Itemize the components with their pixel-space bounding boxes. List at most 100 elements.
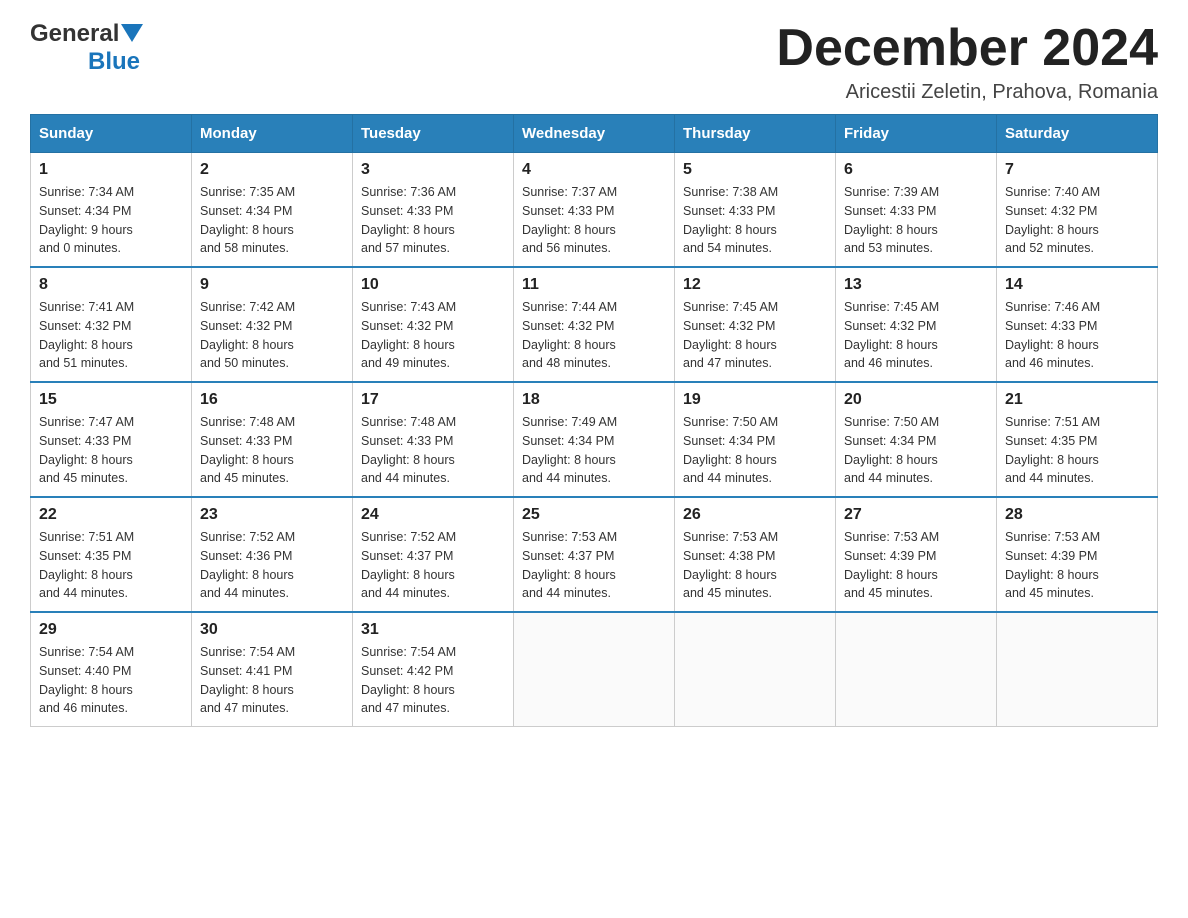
- calendar-table: Sunday Monday Tuesday Wednesday Thursday…: [30, 114, 1158, 727]
- day-number: 29: [39, 621, 183, 639]
- day-info: Sunrise: 7:52 AMSunset: 4:37 PMDaylight:…: [361, 528, 505, 603]
- day-number: 13: [844, 276, 988, 294]
- day-info: Sunrise: 7:53 AMSunset: 4:39 PMDaylight:…: [1005, 528, 1149, 603]
- day-number: 7: [1005, 161, 1149, 179]
- day-info: Sunrise: 7:53 AMSunset: 4:39 PMDaylight:…: [844, 528, 988, 603]
- calendar-header-row: Sunday Monday Tuesday Wednesday Thursday…: [31, 115, 1158, 153]
- calendar-week-row: 15Sunrise: 7:47 AMSunset: 4:33 PMDayligh…: [31, 382, 1158, 497]
- day-number: 3: [361, 161, 505, 179]
- calendar-week-row: 1 Sunrise: 7:34 AMSunset: 4:34 PMDaylight…: [31, 153, 1158, 268]
- col-wednesday: Wednesday: [514, 115, 675, 153]
- calendar-cell: 5Sunrise: 7:38 AMSunset: 4:33 PMDaylight…: [675, 153, 836, 268]
- day-number: 14: [1005, 276, 1149, 294]
- day-number: 2: [200, 161, 344, 179]
- logo: General Blue: [30, 20, 143, 76]
- day-info: Sunrise: 7:45 AMSunset: 4:32 PMDaylight:…: [844, 298, 988, 373]
- day-info: Sunrise: 7:45 AMSunset: 4:32 PMDaylight:…: [683, 298, 827, 373]
- day-number: 12: [683, 276, 827, 294]
- day-number: 6: [844, 161, 988, 179]
- day-number: 30: [200, 621, 344, 639]
- day-number: 24: [361, 506, 505, 524]
- calendar-cell: 21 Sunrise: 7:51 AMSunset: 4:35 PMDayligh…: [997, 382, 1158, 497]
- day-info: Sunrise: 7:48 AMSunset: 4:33 PMDaylight:…: [200, 413, 344, 488]
- calendar-cell: [675, 612, 836, 727]
- calendar-cell: [836, 612, 997, 727]
- calendar-cell: 28 Sunrise: 7:53 AMSunset: 4:39 PMDayligh…: [997, 497, 1158, 612]
- day-number: 8: [39, 276, 183, 294]
- day-info: Sunrise: 7:44 AMSunset: 4:32 PMDaylight:…: [522, 298, 666, 373]
- month-title: December 2024: [776, 20, 1158, 77]
- logo-triangle-icon: [121, 24, 143, 46]
- day-number: 19: [683, 391, 827, 409]
- day-number: 11: [522, 276, 666, 294]
- calendar-cell: 8 Sunrise: 7:41 AMSunset: 4:32 PMDaylight…: [31, 267, 192, 382]
- day-number: 18: [522, 391, 666, 409]
- day-number: 9: [200, 276, 344, 294]
- calendar-cell: 27 Sunrise: 7:53 AMSunset: 4:39 PMDayligh…: [836, 497, 997, 612]
- location-title: Aricestii Zeletin, Prahova, Romania: [776, 81, 1158, 104]
- calendar-cell: 4Sunrise: 7:37 AMSunset: 4:33 PMDaylight…: [514, 153, 675, 268]
- col-saturday: Saturday: [997, 115, 1158, 153]
- day-number: 10: [361, 276, 505, 294]
- logo-general-text: General: [30, 20, 119, 48]
- day-number: 28: [1005, 506, 1149, 524]
- day-info: Sunrise: 7:54 AMSunset: 4:41 PMDaylight:…: [200, 643, 344, 718]
- calendar-week-row: 29 Sunrise: 7:54 AMSunset: 4:40 PMDayligh…: [31, 612, 1158, 727]
- calendar-cell: 6 Sunrise: 7:39 AMSunset: 4:33 PMDaylight…: [836, 153, 997, 268]
- calendar-cell: 15Sunrise: 7:47 AMSunset: 4:33 PMDayligh…: [31, 382, 192, 497]
- day-number: 4: [522, 161, 666, 179]
- day-info: Sunrise: 7:34 AMSunset: 4:34 PMDaylight:…: [39, 183, 183, 258]
- day-info: Sunrise: 7:51 AMSunset: 4:35 PMDaylight:…: [1005, 413, 1149, 488]
- calendar-cell: 30 Sunrise: 7:54 AMSunset: 4:41 PMDayligh…: [192, 612, 353, 727]
- calendar-cell: 1 Sunrise: 7:34 AMSunset: 4:34 PMDaylight…: [31, 153, 192, 268]
- calendar-cell: 11 Sunrise: 7:44 AMSunset: 4:32 PMDayligh…: [514, 267, 675, 382]
- day-info: Sunrise: 7:38 AMSunset: 4:33 PMDaylight:…: [683, 183, 827, 258]
- day-number: 31: [361, 621, 505, 639]
- calendar-cell: 22Sunrise: 7:51 AMSunset: 4:35 PMDayligh…: [31, 497, 192, 612]
- calendar-cell: 14 Sunrise: 7:46 AMSunset: 4:33 PMDayligh…: [997, 267, 1158, 382]
- day-number: 16: [200, 391, 344, 409]
- day-number: 21: [1005, 391, 1149, 409]
- day-info: Sunrise: 7:53 AMSunset: 4:38 PMDaylight:…: [683, 528, 827, 603]
- col-friday: Friday: [836, 115, 997, 153]
- day-info: Sunrise: 7:42 AMSunset: 4:32 PMDaylight:…: [200, 298, 344, 373]
- day-info: Sunrise: 7:46 AMSunset: 4:33 PMDaylight:…: [1005, 298, 1149, 373]
- calendar-cell: 25Sunrise: 7:53 AMSunset: 4:37 PMDayligh…: [514, 497, 675, 612]
- day-info: Sunrise: 7:39 AMSunset: 4:33 PMDaylight:…: [844, 183, 988, 258]
- calendar-cell: 3Sunrise: 7:36 AMSunset: 4:33 PMDaylight…: [353, 153, 514, 268]
- day-info: Sunrise: 7:51 AMSunset: 4:35 PMDaylight:…: [39, 528, 183, 603]
- day-info: Sunrise: 7:40 AMSunset: 4:32 PMDaylight:…: [1005, 183, 1149, 258]
- title-block: December 2024 Aricestii Zeletin, Prahova…: [776, 20, 1158, 104]
- day-info: Sunrise: 7:41 AMSunset: 4:32 PMDaylight:…: [39, 298, 183, 373]
- calendar-cell: 26 Sunrise: 7:53 AMSunset: 4:38 PMDayligh…: [675, 497, 836, 612]
- col-sunday: Sunday: [31, 115, 192, 153]
- calendar-cell: 13 Sunrise: 7:45 AMSunset: 4:32 PMDayligh…: [836, 267, 997, 382]
- day-info: Sunrise: 7:50 AMSunset: 4:34 PMDaylight:…: [844, 413, 988, 488]
- day-number: 23: [200, 506, 344, 524]
- calendar-cell: 31 Sunrise: 7:54 AMSunset: 4:42 PMDayligh…: [353, 612, 514, 727]
- day-info: Sunrise: 7:54 AMSunset: 4:42 PMDaylight:…: [361, 643, 505, 718]
- day-number: 27: [844, 506, 988, 524]
- calendar-cell: 2 Sunrise: 7:35 AMSunset: 4:34 PMDaylight…: [192, 153, 353, 268]
- day-number: 20: [844, 391, 988, 409]
- calendar-cell: 10Sunrise: 7:43 AMSunset: 4:32 PMDayligh…: [353, 267, 514, 382]
- day-number: 25: [522, 506, 666, 524]
- calendar-cell: 7 Sunrise: 7:40 AMSunset: 4:32 PMDaylight…: [997, 153, 1158, 268]
- day-number: 1: [39, 161, 183, 179]
- day-info: Sunrise: 7:52 AMSunset: 4:36 PMDaylight:…: [200, 528, 344, 603]
- calendar-cell: [997, 612, 1158, 727]
- day-info: Sunrise: 7:50 AMSunset: 4:34 PMDaylight:…: [683, 413, 827, 488]
- col-tuesday: Tuesday: [353, 115, 514, 153]
- day-number: 15: [39, 391, 183, 409]
- day-info: Sunrise: 7:35 AMSunset: 4:34 PMDaylight:…: [200, 183, 344, 258]
- calendar-cell: 9 Sunrise: 7:42 AMSunset: 4:32 PMDaylight…: [192, 267, 353, 382]
- day-info: Sunrise: 7:49 AMSunset: 4:34 PMDaylight:…: [522, 413, 666, 488]
- day-number: 26: [683, 506, 827, 524]
- calendar-cell: [514, 612, 675, 727]
- page-header: General Blue December 2024 Aricestii Zel…: [30, 20, 1158, 104]
- col-thursday: Thursday: [675, 115, 836, 153]
- day-info: Sunrise: 7:54 AMSunset: 4:40 PMDaylight:…: [39, 643, 183, 718]
- calendar-week-row: 8 Sunrise: 7:41 AMSunset: 4:32 PMDaylight…: [31, 267, 1158, 382]
- col-monday: Monday: [192, 115, 353, 153]
- day-number: 17: [361, 391, 505, 409]
